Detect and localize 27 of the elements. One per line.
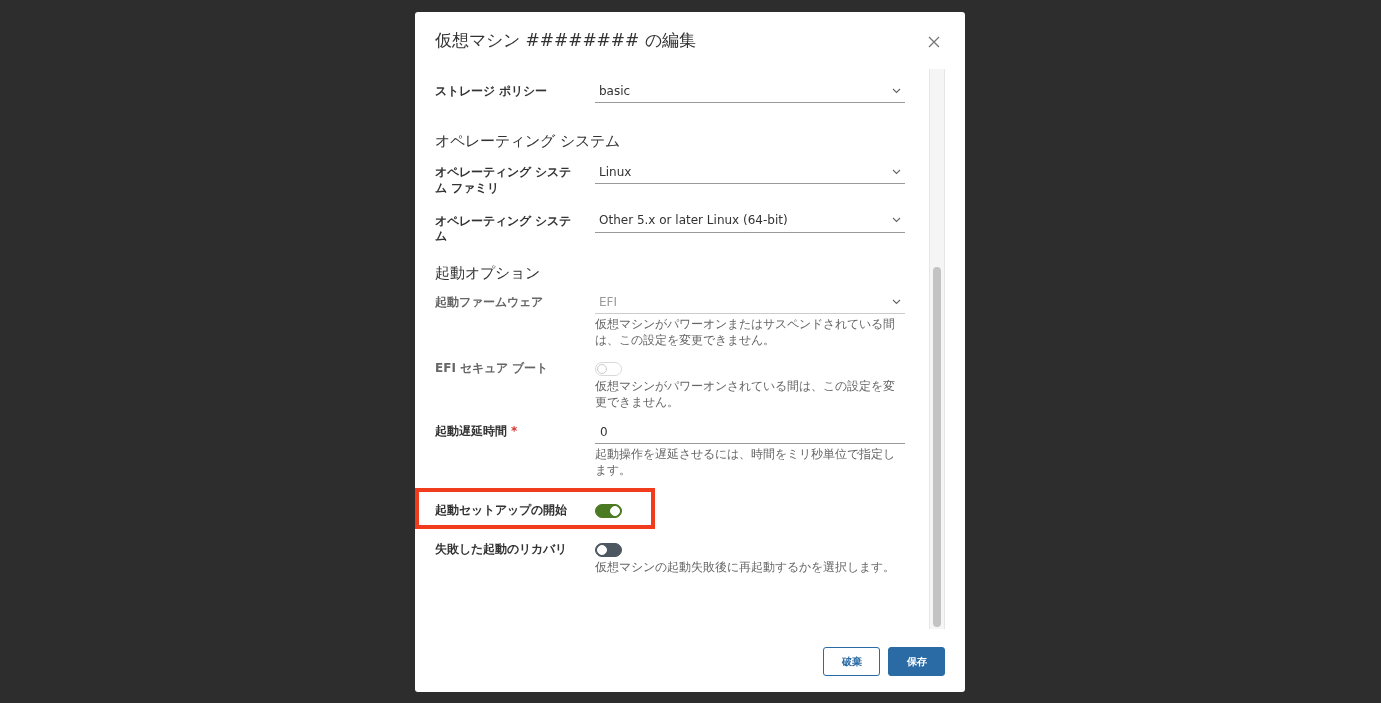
close-icon[interactable] [928,36,940,48]
field-label: 起動セットアップの開始 [435,502,568,519]
scrollbar[interactable] [929,69,945,629]
section-heading: 起動オプション [435,264,541,283]
chevron-down-icon [892,298,901,305]
chevron-down-icon [892,217,901,224]
chevron-down-icon [892,168,901,175]
required-mark: * [511,423,518,438]
help-text: 仮想マシンがパワーオンされている間は、この設定を変更できません。 [595,379,896,411]
field-label: 失敗した起動のリカバリ [435,540,568,558]
help-text: 仮想マシンの起動失敗後に再起動するかを選択します。 [595,559,896,576]
field-label: オペレーティング システム [435,212,573,245]
field-label: オペレーティング システム ファミリ [435,164,573,197]
section-heading: オペレーティング システム [435,133,621,151]
help-text: 仮想マシンがパワーオンまたはサスペンドされている間は、この設定を変更できません。 [595,317,896,349]
chevron-down-icon [892,87,901,94]
discard-button[interactable]: 破棄 [823,647,880,676]
help-text: 起動操作を遅延させるには、時間をミリ秒単位で指定します。 [595,447,896,479]
field-label: EFI セキュア ブート [435,360,550,378]
field-label: ストレージ ポリシー [435,83,549,100]
toggle-switch[interactable] [595,542,622,557]
field-label: 起動遅延時間 [435,423,507,438]
toggle-switch[interactable] [595,504,622,519]
save-button[interactable]: 保存 [888,647,945,676]
dialog-title: 仮想マシン ######## の編集 [435,30,696,51]
field-label: 起動ファームウェア [435,294,544,312]
scrollbar-thumb[interactable] [933,267,941,627]
